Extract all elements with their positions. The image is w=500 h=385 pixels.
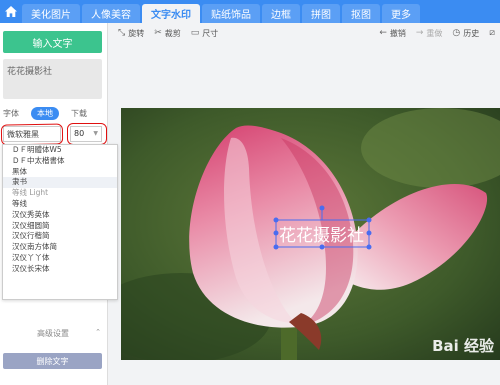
- rotate-button[interactable]: ⤡ 旋转: [118, 28, 144, 39]
- watermark-text-layer[interactable]: 花花摄影社: [279, 221, 364, 246]
- font-option[interactable]: 黑体: [3, 167, 117, 178]
- tab-stickers[interactable]: 贴纸饰品: [202, 4, 260, 23]
- font-option[interactable]: 汉仪丫丫体: [3, 253, 117, 264]
- history-button[interactable]: ◷ 历史: [452, 28, 479, 39]
- font-option[interactable]: 汉仪长宋体: [3, 264, 117, 275]
- font-family-dropdown: ＤＦ明體体W5 ＤＦ中太楷書体 黑体 隶书 等线 Light 等线 汉仪秀英体 …: [2, 144, 118, 300]
- font-option[interactable]: 隶书: [3, 177, 117, 189]
- redo-icon: →: [415, 28, 424, 38]
- text-content-input[interactable]: 花花摄影社: [3, 59, 102, 99]
- compare-button[interactable]: ⧄: [489, 28, 498, 38]
- resize-icon: ▭: [190, 28, 200, 38]
- tab-cutout[interactable]: 抠图: [342, 4, 380, 23]
- scissors-icon: ✂: [154, 28, 162, 38]
- annotation-ring-size: [67, 123, 107, 145]
- resize-label: 尺寸: [202, 28, 219, 38]
- chevron-up-icon: ⌃: [95, 328, 101, 336]
- font-option[interactable]: 汉仪秀英体: [3, 210, 117, 221]
- font-source-row: 字体 本地 下载: [3, 106, 105, 120]
- redo-button[interactable]: → 重做: [416, 28, 443, 39]
- crop-label: 裁剪: [164, 28, 181, 38]
- tab-collage[interactable]: 拼图: [302, 4, 340, 23]
- site-watermark: Bai 经验: [432, 337, 494, 355]
- tab-text-watermark[interactable]: 文字水印: [142, 4, 200, 23]
- annotation-ring-font: [0, 123, 64, 146]
- font-option[interactable]: 汉仪行楷简: [3, 231, 117, 242]
- font-label: 字体: [3, 108, 19, 118]
- font-source-local[interactable]: 本地: [31, 106, 59, 120]
- tab-frame[interactable]: 边框: [262, 4, 300, 23]
- undo-icon: ←: [379, 28, 387, 38]
- font-option[interactable]: ＤＦ中太楷書体: [3, 156, 117, 167]
- clock-icon: ◷: [452, 28, 461, 38]
- top-nav-bar: 美化图片 人像美容 文字水印 贴纸饰品 边框 拼图 抠图 更多: [0, 0, 500, 23]
- font-option[interactable]: ＤＦ明體体W5: [3, 145, 117, 156]
- font-option[interactable]: 等线 Light: [3, 188, 117, 199]
- font-option[interactable]: 汉仪细圆简: [3, 221, 117, 232]
- add-text-button[interactable]: 输入文字: [3, 31, 102, 53]
- font-source-toggle: 本地 下载: [31, 106, 93, 120]
- tab-portrait[interactable]: 人像美容: [82, 4, 140, 23]
- advanced-settings-label: 高级设置: [37, 329, 69, 338]
- tab-beautify[interactable]: 美化图片: [22, 4, 80, 23]
- tab-more[interactable]: 更多: [382, 4, 420, 23]
- redo-label: 重做: [426, 28, 443, 38]
- editor-toolbar: ⤡ 旋转 ✂ 裁剪 ▭ 尺寸 ← 撤销 → 重做 ◷ 历史 ⧄: [108, 23, 500, 43]
- font-source-download[interactable]: 下载: [65, 107, 93, 120]
- resize-button[interactable]: ▭ 尺寸: [191, 28, 219, 39]
- font-option[interactable]: 汉仪南方体简: [3, 242, 117, 253]
- crop-button[interactable]: ✂ 裁剪: [154, 28, 181, 39]
- photo-canvas[interactable]: 花花摄影社 Bai 经验: [121, 108, 500, 360]
- font-option[interactable]: 等线: [3, 199, 117, 210]
- home-icon: [5, 6, 17, 17]
- rotate-label: 旋转: [128, 28, 145, 38]
- compare-icon: ⧄: [489, 28, 495, 38]
- delete-text-button[interactable]: 删除文字: [3, 353, 102, 369]
- advanced-settings-toggle[interactable]: 高级设置 ⌃: [3, 328, 103, 342]
- rotate-icon: ⤡: [118, 28, 126, 38]
- home-button[interactable]: [0, 0, 22, 23]
- undo-label: 撤销: [389, 28, 406, 38]
- history-label: 历史: [463, 28, 480, 38]
- undo-button[interactable]: ← 撤销: [379, 28, 406, 39]
